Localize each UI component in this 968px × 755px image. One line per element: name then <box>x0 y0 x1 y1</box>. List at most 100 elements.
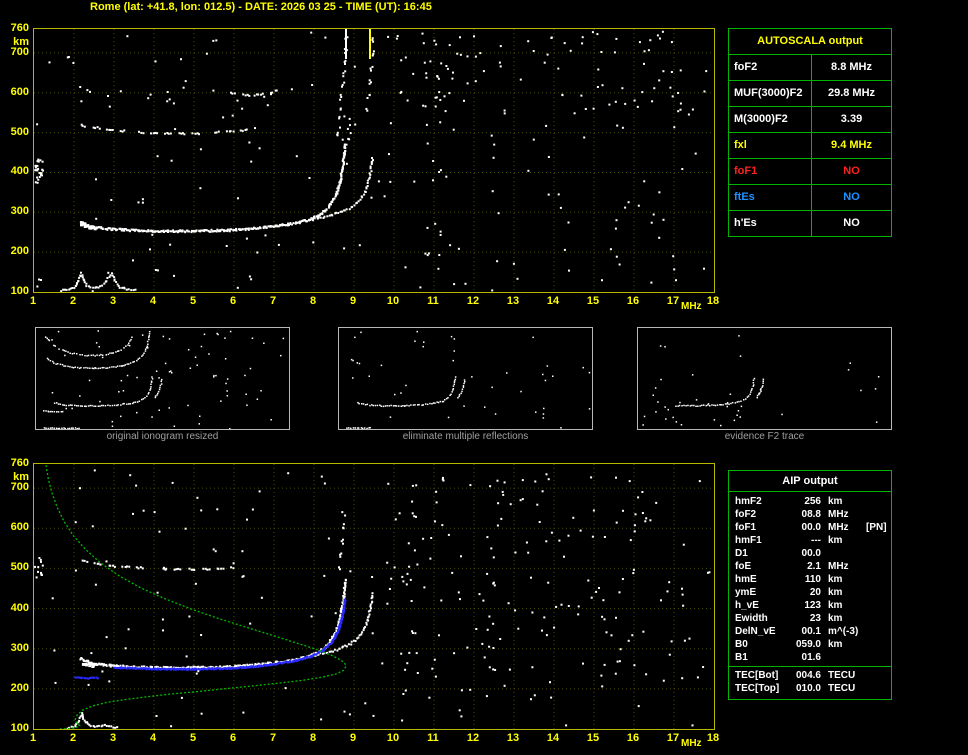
series-f2-extraordinary <box>301 157 374 222</box>
param-value: 010.0 <box>785 682 821 695</box>
x-axis-tick: 7 <box>262 733 284 744</box>
series-second-hop-o <box>339 36 348 111</box>
series-multiple-reflection-d <box>230 90 278 97</box>
plot-top-canvas <box>34 29 714 292</box>
param-extra <box>863 625 891 638</box>
x-axis-tick: 5 <box>182 733 204 744</box>
y-axis-tick: 100 <box>0 286 29 297</box>
x-axis-tick: 12 <box>462 733 484 744</box>
series-sporadic-e-2hop <box>43 410 63 413</box>
param-label: MUF(3000)F2 <box>729 81 812 106</box>
param-value: 20 <box>785 586 821 599</box>
series-f2-xmode <box>155 379 163 398</box>
series-sporadic-e <box>60 272 136 292</box>
series-arc-remnant <box>351 359 360 364</box>
thumbnail-caption: evidence F2 trace <box>637 431 892 442</box>
x-axis-tick: 1 <box>22 296 44 307</box>
series-multiple-reflection-c <box>214 127 256 134</box>
param-label: hmF1 <box>729 534 785 547</box>
aip-table-title: AIP output <box>729 471 891 492</box>
series-second-hop-x <box>365 37 375 112</box>
param-unit: TECU <box>821 682 863 695</box>
noise-region <box>48 330 284 429</box>
noise-region <box>36 32 707 292</box>
thumbnail-caption: eliminate multiple reflections <box>338 431 593 442</box>
noise-region <box>642 399 742 426</box>
noise-region <box>34 557 44 578</box>
x-axis-tick: 2 <box>62 733 84 744</box>
aip-row-fof2: foF208.8MHz <box>729 508 891 521</box>
param-unit <box>821 651 863 664</box>
param-value: 123 <box>785 599 821 612</box>
x-axis-tick: 17 <box>662 733 684 744</box>
y-axis-tick: 200 <box>0 246 29 257</box>
plot-bottom-canvas <box>34 464 714 729</box>
x-axis-tick: 1 <box>22 733 44 744</box>
x-axis-tick: 7 <box>262 296 284 307</box>
marker-fxl-label: fxl <box>375 39 388 50</box>
series-model-trace-e <box>74 677 99 680</box>
x-axis-tick: 11 <box>422 296 444 307</box>
x-axis-tick: 6 <box>222 296 244 307</box>
param-unit <box>821 547 863 560</box>
param-unit: km <box>821 612 863 625</box>
y-axis-unit: km <box>0 472 29 483</box>
series-f2-ordinary <box>80 144 348 234</box>
aip-table-rows: hmF2256kmfoF208.8MHzfoF100.0MHz[PN]hmF1-… <box>729 492 891 695</box>
plot-top-frame <box>33 28 715 293</box>
aip-row-h-ve: h_vE123km <box>729 599 891 612</box>
series-f2-ordinary <box>79 579 347 670</box>
param-label: h_vE <box>729 599 785 612</box>
param-unit: TECU <box>821 669 863 682</box>
param-value: 23 <box>785 612 821 625</box>
y-axis-tick: 700 <box>0 482 29 493</box>
series-multiple-reflection-a <box>82 560 144 570</box>
param-unit: km <box>821 599 863 612</box>
param-unit: MHz <box>821 521 863 534</box>
y-axis-tick: 760 <box>0 458 29 469</box>
y-axis-tick: 400 <box>0 166 29 177</box>
param-unit: m^(-3) <box>821 625 863 638</box>
x-axis-tick: 8 <box>302 733 324 744</box>
y-axis-tick: 500 <box>0 127 29 138</box>
noise-region <box>165 334 229 385</box>
aip-row-hme: hmE110km <box>729 573 891 586</box>
y-axis-tick: 200 <box>0 683 29 694</box>
param-label: h'Es <box>729 211 812 236</box>
autoscala-row-fof1: foF1NO <box>729 159 891 185</box>
series-sporadic-e <box>67 712 119 729</box>
y-axis-tick: 100 <box>0 723 29 734</box>
autoscala-window: Rome (lat: +41.8, lon: 012.5) - DATE: 20… <box>0 0 968 755</box>
series-leading-blob <box>80 223 97 230</box>
aip-row-yme: ymE20km <box>729 586 891 599</box>
series-multiple-reflection-a <box>81 124 126 133</box>
y-axis-tick: 600 <box>0 522 29 533</box>
x-axis-tick: 15 <box>582 296 604 307</box>
autoscala-row-fxl: fxl9.4 MHz <box>729 133 891 159</box>
autoscala-output-table: AUTOSCALA output foF28.8 MHzMUF(3000)F22… <box>728 28 892 237</box>
x-axis-unit: MHz <box>681 301 702 312</box>
param-value: 8.8 MHz <box>812 55 891 80</box>
grid <box>34 29 714 292</box>
noise-region <box>486 502 499 670</box>
param-value: 00.0 <box>785 521 821 534</box>
param-unit: km <box>821 573 863 586</box>
series-sporadic-e <box>346 427 371 429</box>
param-extra <box>863 547 891 560</box>
param-extra <box>863 508 891 521</box>
x-axis-tick: 14 <box>542 296 564 307</box>
autoscala-row-ftes: ftEsNO <box>729 185 891 211</box>
noise-region <box>352 331 590 429</box>
aip-separator <box>729 666 891 667</box>
aip-row-ewidth: Ewidth23km <box>729 612 891 625</box>
thumb-1-canvas <box>339 328 592 429</box>
aip-row-deln-ve: DelN_vE00.1m^(-3) <box>729 625 891 638</box>
param-unit: km <box>821 495 863 508</box>
param-label: foF1 <box>729 521 785 534</box>
x-axis-tick: 14 <box>542 733 564 744</box>
param-label: ftEs <box>729 185 812 210</box>
series-asymptote-extension <box>338 515 346 571</box>
noise-region <box>396 31 682 115</box>
grid <box>34 464 714 729</box>
param-label: TEC[Bot] <box>729 669 785 682</box>
